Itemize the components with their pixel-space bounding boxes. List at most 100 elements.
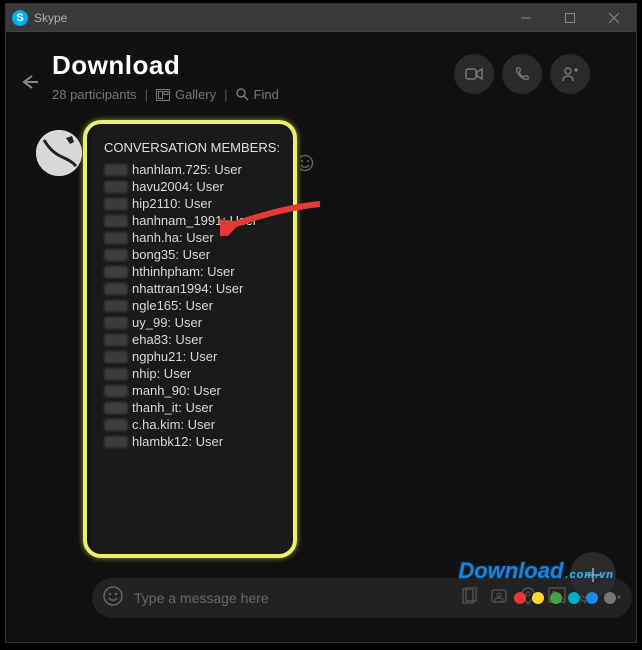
member-label: hanhnam_1991: User bbox=[132, 213, 257, 228]
member-row[interactable]: manh_90: User bbox=[100, 382, 290, 399]
member-row[interactable]: uy_99: User bbox=[100, 314, 290, 331]
emoji-button[interactable] bbox=[102, 585, 124, 612]
video-call-button[interactable] bbox=[454, 54, 494, 94]
phone-icon bbox=[514, 66, 530, 82]
watermark-dots bbox=[514, 592, 616, 604]
member-row[interactable]: c.ha.kim: User bbox=[100, 416, 290, 433]
header-left: Download 28 participants | Gallery | Fin… bbox=[52, 50, 279, 102]
header-actions bbox=[454, 54, 590, 94]
app-title: Skype bbox=[34, 11, 67, 25]
back-button[interactable] bbox=[20, 74, 40, 95]
separator: | bbox=[145, 87, 148, 102]
member-label: manh_90: User bbox=[132, 383, 221, 398]
avatar-icon bbox=[36, 130, 82, 176]
member-row[interactable]: hip2110: User bbox=[100, 195, 290, 212]
watermark-dot bbox=[604, 592, 616, 604]
member-row[interactable]: hthinhpham: User bbox=[100, 263, 290, 280]
message-input[interactable]: Type a message here bbox=[134, 590, 450, 606]
member-label: nhip: User bbox=[132, 366, 191, 381]
maximize-button[interactable] bbox=[548, 4, 592, 32]
chat-area: CONVERSATION MEMBERS: hanhlam.725: Userh… bbox=[6, 106, 636, 564]
chat-subheader: 28 participants | Gallery | Find bbox=[52, 87, 279, 102]
member-blurred-prefix bbox=[104, 334, 128, 346]
member-label: hlambk12: User bbox=[132, 434, 223, 449]
skype-logo-icon: S bbox=[12, 10, 28, 26]
video-icon bbox=[465, 67, 483, 81]
member-blurred-prefix bbox=[104, 181, 128, 193]
member-blurred-prefix bbox=[104, 266, 128, 278]
member-row[interactable]: bong35: User bbox=[100, 246, 290, 263]
member-label: uy_99: User bbox=[132, 315, 202, 330]
search-icon bbox=[236, 88, 249, 101]
member-label: hanh.ha: User bbox=[132, 230, 214, 245]
find-label: Find bbox=[254, 87, 279, 102]
member-label: nhattran1994: User bbox=[132, 281, 243, 296]
close-button[interactable] bbox=[592, 4, 636, 32]
watermark-domain: .com.vn bbox=[565, 569, 614, 581]
minimize-button[interactable] bbox=[504, 4, 548, 32]
member-row[interactable]: ngphu21: User bbox=[100, 348, 290, 365]
member-blurred-prefix bbox=[104, 232, 128, 244]
member-row[interactable]: nhattran1994: User bbox=[100, 280, 290, 297]
minimize-icon bbox=[521, 13, 531, 23]
chat-header: Download 28 participants | Gallery | Fin… bbox=[6, 32, 636, 106]
member-blurred-prefix bbox=[104, 164, 128, 176]
member-row[interactable]: havu2004: User bbox=[100, 178, 290, 195]
maximize-icon bbox=[565, 13, 575, 23]
member-label: havu2004: User bbox=[132, 179, 224, 194]
member-blurred-prefix bbox=[104, 283, 128, 295]
member-blurred-prefix bbox=[104, 385, 128, 397]
member-blurred-prefix bbox=[104, 215, 128, 227]
member-label: ngphu21: User bbox=[132, 349, 217, 364]
smile-icon bbox=[102, 585, 124, 607]
member-row[interactable]: ngle165: User bbox=[100, 297, 290, 314]
send-contact-button[interactable] bbox=[490, 587, 508, 610]
chat-title: Download bbox=[52, 50, 279, 81]
member-label: c.ha.kim: User bbox=[132, 417, 215, 432]
member-blurred-prefix bbox=[104, 351, 128, 363]
gallery-button[interactable]: Gallery bbox=[156, 87, 216, 102]
sender-avatar[interactable] bbox=[36, 130, 82, 176]
member-label: hthinhpham: User bbox=[132, 264, 235, 279]
member-label: ngle165: User bbox=[132, 298, 213, 313]
member-blurred-prefix bbox=[104, 198, 128, 210]
member-blurred-prefix bbox=[104, 402, 128, 414]
member-row[interactable]: hanh.ha: User bbox=[100, 229, 290, 246]
watermark-dot bbox=[586, 592, 598, 604]
member-label: hanhlam.725: User bbox=[132, 162, 242, 177]
member-label: hip2110: User bbox=[132, 196, 212, 211]
member-row[interactable]: thanh_it: User bbox=[100, 399, 290, 416]
member-blurred-prefix bbox=[104, 317, 128, 329]
add-person-icon bbox=[561, 66, 579, 82]
watermark-dot bbox=[568, 592, 580, 604]
member-row[interactable]: hanhlam.725: User bbox=[100, 161, 290, 178]
member-label: eha83: User bbox=[132, 332, 203, 347]
member-blurred-prefix bbox=[104, 300, 128, 312]
close-icon bbox=[609, 13, 619, 23]
member-row[interactable]: nhip: User bbox=[100, 365, 290, 382]
participants-count[interactable]: 28 participants bbox=[52, 87, 137, 102]
audio-call-button[interactable] bbox=[502, 54, 542, 94]
member-row[interactable]: hlambk12: User bbox=[100, 433, 290, 450]
watermark: Download.com.vn bbox=[458, 558, 614, 584]
back-arrow-icon bbox=[20, 74, 40, 90]
add-participant-button[interactable] bbox=[550, 54, 590, 94]
window-controls bbox=[504, 4, 636, 32]
member-blurred-prefix bbox=[104, 368, 128, 380]
contact-icon bbox=[490, 587, 508, 605]
gallery-icon bbox=[156, 89, 170, 101]
member-blurred-prefix bbox=[104, 249, 128, 261]
attach-file-button[interactable] bbox=[460, 587, 478, 610]
members-panel-title: CONVERSATION MEMBERS: bbox=[104, 140, 290, 155]
watermark-dot bbox=[514, 592, 526, 604]
member-label: bong35: User bbox=[132, 247, 210, 262]
titlebar-left: S Skype bbox=[6, 10, 67, 26]
members-list: hanhlam.725: User havu2004: User hip2110: … bbox=[100, 161, 290, 450]
member-row[interactable]: hanhnam_1991: User bbox=[100, 212, 290, 229]
member-blurred-prefix bbox=[104, 419, 128, 431]
watermark-dot bbox=[532, 592, 544, 604]
watermark-dot bbox=[550, 592, 562, 604]
find-button[interactable]: Find bbox=[236, 87, 279, 102]
conversation-members-panel: CONVERSATION MEMBERS: hanhlam.725: Userh… bbox=[90, 124, 300, 554]
member-row[interactable]: eha83: User bbox=[100, 331, 290, 348]
